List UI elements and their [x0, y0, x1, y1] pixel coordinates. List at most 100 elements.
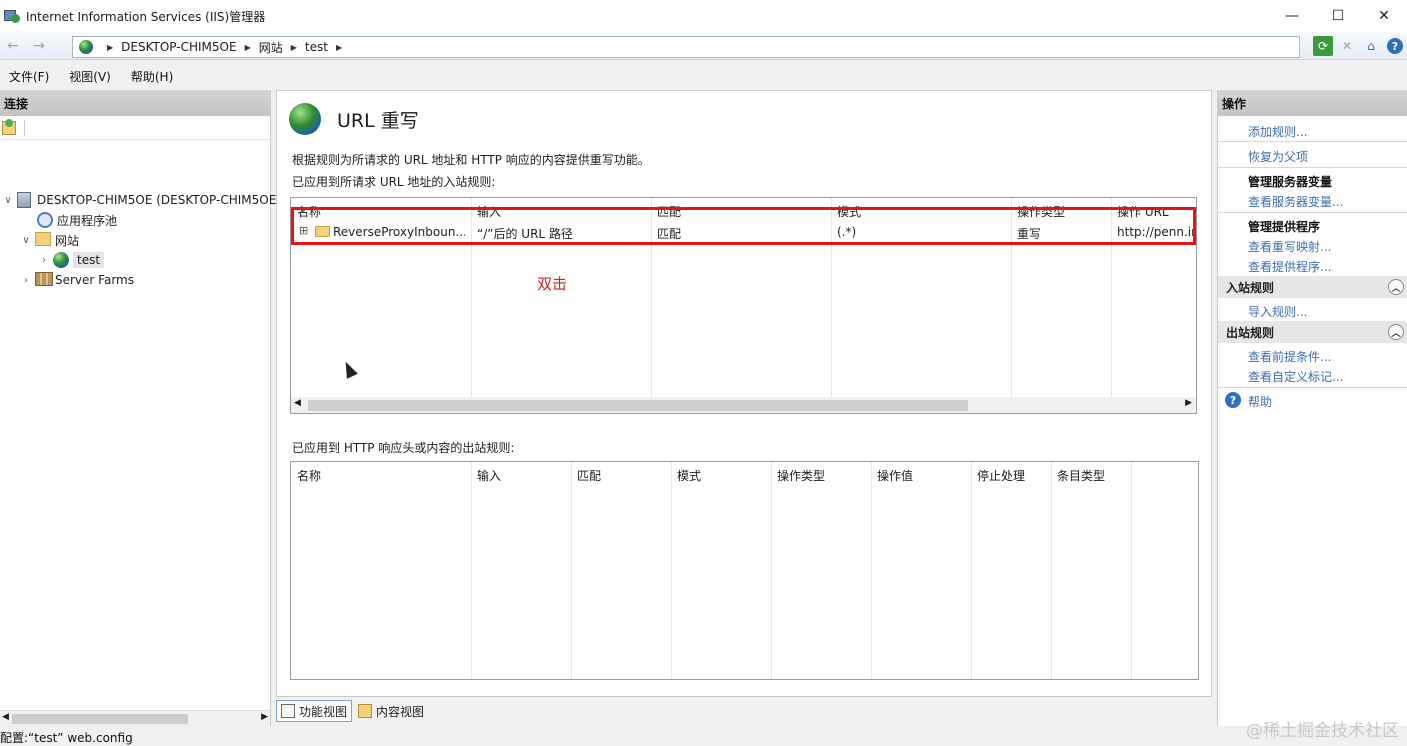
- column-divider: [471, 462, 472, 679]
- scroll-left-icon[interactable]: ◀: [294, 398, 301, 408]
- forward-button[interactable]: →: [28, 35, 50, 57]
- col-header-stop-processing[interactable]: 停止处理: [977, 467, 1025, 484]
- outbound-rules-section[interactable]: 出站规则 ︿: [1218, 321, 1407, 343]
- connections-toolbar: [0, 116, 270, 140]
- feature-page: URL 重写 根据规则为所请求的 URL 地址和 HTTP 响应的内容提供重写功…: [276, 90, 1212, 697]
- home-icon[interactable]: ⌂: [1361, 36, 1381, 56]
- scroll-right-icon[interactable]: ▶: [1185, 398, 1192, 408]
- connect-icon[interactable]: [2, 118, 16, 135]
- help-dropdown-icon[interactable]: ?: [1385, 36, 1405, 56]
- scroll-thumb[interactable]: [308, 400, 968, 411]
- globe-icon: [53, 252, 69, 268]
- col-header-name[interactable]: 名称: [297, 467, 321, 484]
- expand-toggle-icon[interactable]: ∨: [20, 235, 32, 246]
- view-rewrite-maps-link[interactable]: 查看重写映射...: [1248, 238, 1331, 255]
- outbound-rules-title: 出站规则: [1226, 325, 1275, 340]
- collapse-icon[interactable]: ︿: [1388, 279, 1404, 295]
- outbound-rules-grid[interactable]: 名称 输入 匹配 模式 操作类型 操作值 停止处理 条目类型: [290, 461, 1199, 680]
- column-divider: [1051, 462, 1052, 679]
- collapse-icon[interactable]: ︿: [1388, 324, 1404, 340]
- chevron-right-icon[interactable]: ▶: [107, 43, 113, 52]
- divider: [1218, 167, 1407, 168]
- column-divider: [1131, 462, 1132, 679]
- revert-to-parent-link[interactable]: 恢复为父项: [1248, 148, 1308, 165]
- server-icon: [17, 192, 33, 208]
- stop-icon[interactable]: ✕: [1337, 36, 1357, 56]
- help-link[interactable]: 帮助: [1248, 393, 1272, 410]
- expand-toggle-icon[interactable]: ›: [38, 255, 50, 266]
- col-header-pattern[interactable]: 模式: [677, 467, 701, 484]
- tree-node-test[interactable]: › test: [38, 250, 105, 270]
- tree-node-server[interactable]: ∨ DESKTOP-CHIM5OE (DESKTOP-CHIM5OE: [2, 190, 276, 210]
- address-breadcrumb[interactable]: ▶ DESKTOP-CHIM5OE ▶ 网站 ▶ test ▶: [72, 36, 1300, 58]
- tree-label-app-pools[interactable]: 应用程序池: [57, 212, 117, 229]
- minimize-button[interactable]: —: [1269, 0, 1315, 32]
- close-button[interactable]: ✕: [1361, 0, 1407, 32]
- view-switcher: 功能视图 内容视图: [276, 699, 430, 723]
- menu-help[interactable]: 帮助(H): [126, 68, 178, 85]
- back-button[interactable]: ←: [2, 35, 24, 57]
- chevron-right-icon[interactable]: ▶: [245, 43, 251, 52]
- col-header-action-value[interactable]: 操作值: [877, 467, 913, 484]
- tree-label-test[interactable]: test: [73, 252, 105, 268]
- view-preconditions-link[interactable]: 查看前提条件...: [1248, 348, 1331, 365]
- col-header-match[interactable]: 匹配: [577, 467, 601, 484]
- tab-feature-view-label: 功能视图: [299, 704, 348, 719]
- tree-label-server[interactable]: DESKTOP-CHIM5OE (DESKTOP-CHIM5OE: [37, 193, 276, 207]
- tree-node-server-farms[interactable]: › Server Farms: [20, 270, 134, 290]
- tree-node-sites[interactable]: ∨ 网站: [20, 230, 79, 250]
- title-bar: Internet Information Services (IIS)管理器 —…: [0, 0, 1407, 32]
- column-divider: [571, 462, 572, 679]
- menu-file[interactable]: 文件(F): [4, 68, 54, 85]
- connections-scrollbar[interactable]: ◀ ▶: [0, 710, 270, 726]
- chevron-right-icon[interactable]: ▶: [336, 43, 342, 52]
- scroll-right-icon[interactable]: ▶: [261, 712, 268, 722]
- chevron-right-icon[interactable]: ▶: [291, 43, 297, 52]
- menu-bar: 文件(F) 视图(V) 帮助(H): [0, 64, 1407, 88]
- providers-heading: 管理提供程序: [1248, 220, 1321, 234]
- help-icon[interactable]: ?: [1225, 392, 1241, 408]
- scroll-thumb[interactable]: [12, 714, 188, 724]
- app-pool-icon: [37, 212, 53, 228]
- col-header-input[interactable]: 输入: [477, 467, 501, 484]
- server-farm-icon: [35, 272, 53, 288]
- window-controls: — ☐ ✕: [1269, 0, 1407, 32]
- col-header-entry-type[interactable]: 条目类型: [1057, 467, 1105, 484]
- view-custom-tags-link[interactable]: 查看自定义标记...: [1248, 368, 1343, 385]
- tab-content-view[interactable]: 内容视图: [354, 700, 428, 722]
- iis-app-icon: [4, 8, 20, 24]
- connections-panel: 连接 ∨ DESKTOP-CHIM5OE (DESKTOP-CHIM5OE 应用…: [0, 90, 276, 726]
- content-view-icon: [358, 704, 373, 718]
- feature-view-icon: [281, 704, 295, 718]
- breadcrumb-server[interactable]: DESKTOP-CHIM5OE: [121, 40, 236, 54]
- expand-toggle-icon[interactable]: ∨: [2, 195, 14, 206]
- server-variables-heading: 管理服务器变量: [1248, 175, 1333, 189]
- add-rule-link[interactable]: 添加规则...: [1248, 123, 1307, 140]
- breadcrumb-sites[interactable]: 网站: [259, 39, 283, 56]
- inbound-rules-section[interactable]: 入站规则 ︿: [1218, 276, 1407, 298]
- tree-node-app-pools[interactable]: 应用程序池: [22, 210, 117, 230]
- view-server-variables-link[interactable]: 查看服务器变量...: [1248, 193, 1343, 210]
- highlight-box: [291, 207, 1196, 245]
- actions-panel: 操作 添加规则... 恢复为父项 管理服务器变量 查看服务器变量... 管理提供…: [1217, 90, 1407, 726]
- inbound-grid-scrollbar[interactable]: ◀ ▶: [291, 397, 1196, 413]
- expand-toggle-icon[interactable]: ›: [20, 275, 32, 286]
- column-divider: [871, 462, 872, 679]
- view-providers-link[interactable]: 查看提供程序...: [1248, 258, 1331, 275]
- col-header-action-type[interactable]: 操作类型: [777, 467, 825, 484]
- breadcrumb-test[interactable]: test: [305, 40, 328, 54]
- tree-label-server-farms[interactable]: Server Farms: [55, 273, 134, 287]
- import-rules-link[interactable]: 导入规则...: [1248, 303, 1307, 320]
- scroll-left-icon[interactable]: ◀: [2, 712, 9, 722]
- status-bar: 配置:“test” web.config: [0, 728, 1407, 746]
- divider: [1218, 212, 1407, 213]
- outbound-heading: 已应用到 HTTP 响应头或内容的出站规则:: [292, 441, 515, 455]
- tab-feature-view[interactable]: 功能视图: [276, 700, 353, 722]
- maximize-button[interactable]: ☐: [1315, 0, 1361, 32]
- menu-view[interactable]: 视图(V): [64, 68, 116, 85]
- address-bar: ← → ▶ DESKTOP-CHIM5OE ▶ 网站 ▶ test ▶ ⟳ ✕ …: [0, 32, 1407, 60]
- status-text: 配置:“test” web.config: [0, 730, 133, 745]
- tree-label-sites[interactable]: 网站: [55, 232, 79, 249]
- refresh-icon[interactable]: ⟳: [1313, 36, 1333, 56]
- toolbar-divider: [24, 119, 25, 136]
